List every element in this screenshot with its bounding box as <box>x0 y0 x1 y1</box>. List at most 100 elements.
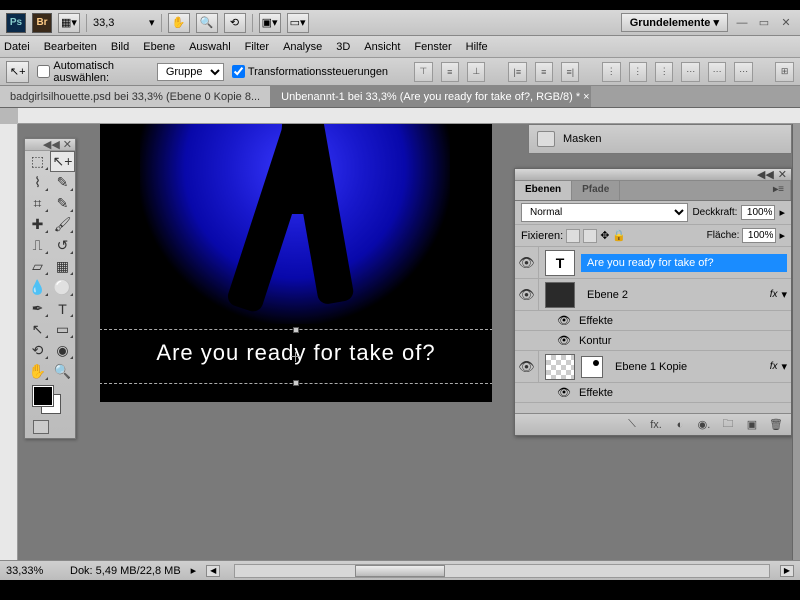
maximize-icon[interactable]: ▭ <box>756 16 772 30</box>
layout-dropdown[interactable]: ▦▾ <box>58 13 80 33</box>
path-select-tool-icon[interactable]: ↖ <box>25 319 50 340</box>
auto-select-checkbox[interactable]: Automatisch auswählen: <box>37 60 148 84</box>
auto-select-box[interactable] <box>37 65 50 78</box>
visibility-eye-icon[interactable]: 👁 <box>515 247 539 278</box>
layer-thumb[interactable] <box>545 282 575 308</box>
new-group-icon[interactable]: 🗀 <box>719 417 737 433</box>
bridge-logo-icon[interactable]: Br <box>32 13 52 33</box>
doc-tab-1[interactable]: badgirlsilhouette.psd bei 33,3% (Ebene 0… <box>0 86 271 107</box>
menu-ebene[interactable]: Ebene <box>143 41 175 53</box>
menu-3d[interactable]: 3D <box>336 41 350 53</box>
scroll-right-icon[interactable]: ▶ <box>780 565 794 577</box>
eraser-tool-icon[interactable]: ▱ <box>25 256 50 277</box>
minimize-icon[interactable]: — <box>734 16 750 30</box>
crop-tool-icon[interactable]: ⌗ <box>25 193 50 214</box>
current-tool-icon[interactable]: ↖+ <box>6 61 29 83</box>
menu-auswahl[interactable]: Auswahl <box>189 41 231 53</box>
align-right-icon[interactable]: ≡| <box>561 62 579 82</box>
ps-logo-icon[interactable]: Ps <box>6 13 26 33</box>
blend-mode-select[interactable]: Normal <box>521 203 688 222</box>
visibility-eye-icon[interactable]: 👁 <box>515 279 539 310</box>
transform-controls-checkbox[interactable]: Transformationssteuerungen <box>232 65 388 78</box>
masks-panel[interactable]: Masken <box>528 124 792 154</box>
eyedropper-tool-icon[interactable]: ✎ <box>50 193 75 214</box>
hand-tool-icon[interactable]: ✋ <box>25 361 50 382</box>
menu-analyse[interactable]: Analyse <box>283 41 322 53</box>
history-brush-tool-icon[interactable]: ↺ <box>50 235 75 256</box>
distribute-bottom-icon[interactable]: ⋮ <box>655 62 673 82</box>
horizontal-scrollbar[interactable] <box>234 564 770 578</box>
lock-transparent-icon[interactable] <box>566 229 580 243</box>
shape-tool-icon[interactable]: ▭ <box>50 319 75 340</box>
transform-controls-box[interactable] <box>232 65 245 78</box>
lock-position-icon[interactable]: ✥ <box>600 229 609 242</box>
menu-ansicht[interactable]: Ansicht <box>364 41 400 53</box>
zoom-value[interactable]: 33,3 <box>93 17 143 29</box>
opacity-flyout-icon[interactable]: ▸ <box>779 206 785 219</box>
new-layer-icon[interactable]: ▣ <box>743 417 761 433</box>
adjustment-layer-icon[interactable]: ◉. <box>695 417 713 433</box>
layer-row[interactable]: 👁 T Are you ready for take of? <box>515 247 791 279</box>
arrange-docs-icon[interactable]: ▣▾ <box>259 13 281 33</box>
layer-row[interactable]: 👁 Ebene 2 fx ▾ <box>515 279 791 311</box>
3d-orbit-tool-icon[interactable]: ◉ <box>50 340 75 361</box>
fill-flyout-icon[interactable]: ▸ <box>779 229 785 242</box>
doc-tab-2[interactable]: Unbenannt-1 bei 33,3% (Are you ready for… <box>271 86 591 107</box>
fx-badge[interactable]: fx <box>766 361 782 372</box>
fill-input[interactable] <box>742 228 776 243</box>
foreground-color-swatch[interactable] <box>33 386 53 406</box>
menu-fenster[interactable]: Fenster <box>414 41 451 53</box>
status-doc-size[interactable]: Dok: 5,49 MB/22,8 MB <box>70 565 181 577</box>
scroll-left-icon[interactable]: ◀ <box>206 565 220 577</box>
align-vcenter-icon[interactable]: ≡ <box>441 62 459 82</box>
layer-mask-icon[interactable]: ◐ <box>671 417 689 433</box>
stamp-tool-icon[interactable]: ⎍ <box>25 235 50 256</box>
fx-badge[interactable]: fx <box>766 289 782 300</box>
lasso-tool-icon[interactable]: ⌇ <box>25 172 50 193</box>
document-canvas[interactable]: Are you ready for take of? <box>100 124 492 402</box>
effects-row[interactable]: 👁Effekte <box>515 311 791 331</box>
toolbox-grip[interactable]: ◀◀✕ <box>25 139 75 151</box>
distribute-top-icon[interactable]: ⋮ <box>602 62 620 82</box>
zoom-tool-icon[interactable]: 🔍 <box>196 13 218 33</box>
align-left-icon[interactable]: |≡ <box>508 62 526 82</box>
effects-row[interactable]: 👁Effekte <box>515 383 791 403</box>
status-zoom[interactable]: 33,33% <box>6 565 60 577</box>
transform-handle-n[interactable] <box>293 327 299 333</box>
fx-expand-icon[interactable]: ▾ <box>781 360 787 373</box>
panel-grip[interactable]: ◀◀✕ <box>515 169 791 181</box>
ruler-horizontal[interactable] <box>18 108 800 124</box>
distribute-hcenter-icon[interactable]: ⋯ <box>708 62 726 82</box>
transform-center-icon[interactable] <box>291 352 301 362</box>
layer-row[interactable]: 👁 Ebene 1 Kopie fx ▾ <box>515 351 791 383</box>
brush-tool-icon[interactable]: 🖌 <box>50 214 75 235</box>
move-tool-icon[interactable]: ↖+ <box>50 151 75 172</box>
distribute-vcenter-icon[interactable]: ⋮ <box>629 62 647 82</box>
fx-expand-icon[interactable]: ▾ <box>781 288 787 301</box>
menu-hilfe[interactable]: Hilfe <box>466 41 488 53</box>
hand-tool-icon[interactable]: ✋ <box>168 13 190 33</box>
quick-select-tool-icon[interactable]: ✎ <box>50 172 75 193</box>
canvas-viewport[interactable]: Are you ready for take of? Masken <box>18 124 800 560</box>
rotate-view-icon[interactable]: ⟲ <box>224 13 246 33</box>
mask-thumb[interactable] <box>581 356 603 378</box>
marquee-tool-icon[interactable]: ⬚ <box>25 151 50 172</box>
workspace-dropdown[interactable]: Grundelemente ▾ <box>621 13 728 32</box>
dodge-tool-icon[interactable]: ⚪ <box>50 277 75 298</box>
distribute-left-icon[interactable]: ⋯ <box>681 62 699 82</box>
gradient-tool-icon[interactable]: ▦ <box>50 256 75 277</box>
align-top-icon[interactable]: ⊤ <box>414 62 432 82</box>
screen-mode-icon[interactable]: ▭▾ <box>287 13 309 33</box>
effect-contour-row[interactable]: 👁Kontur <box>515 331 791 351</box>
3d-rotate-tool-icon[interactable]: ⟲ <box>25 340 50 361</box>
transform-handle-s[interactable] <box>293 380 299 386</box>
layer-thumb[interactable] <box>545 354 575 380</box>
zoom-tool-icon[interactable]: 🔍 <box>50 361 75 382</box>
layer-name[interactable]: Ebene 1 Kopie <box>609 358 766 376</box>
link-layers-icon[interactable]: ⟍ <box>623 417 641 433</box>
tab-ebenen[interactable]: Ebenen <box>515 181 572 200</box>
text-layer-thumb-icon[interactable]: T <box>545 250 575 276</box>
color-swatches[interactable] <box>25 382 75 416</box>
close-icon[interactable]: ✕ <box>778 16 794 30</box>
collapsed-dock[interactable] <box>792 124 800 560</box>
